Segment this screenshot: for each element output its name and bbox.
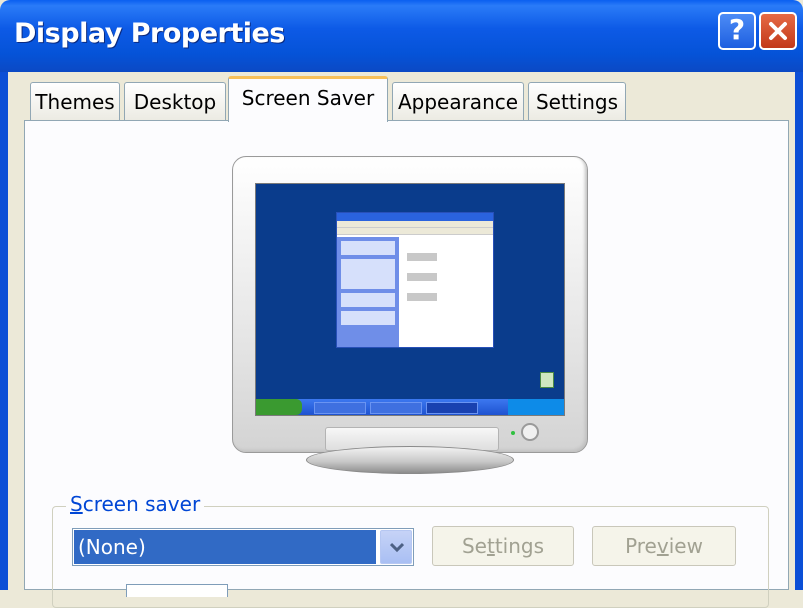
label-text: Se <box>461 534 487 558</box>
preview-window <box>336 212 494 348</box>
monitor-preview <box>232 156 588 453</box>
label-text: Pre <box>625 534 657 558</box>
label-text: creen saver <box>82 492 201 516</box>
tab-label: Settings <box>535 90 619 114</box>
chevron-down-icon <box>390 542 404 553</box>
tab-label: Appearance <box>397 90 519 114</box>
title-bar[interactable]: Display Properties ? <box>0 0 803 72</box>
preview-task <box>314 402 366 414</box>
preview-window-menu <box>337 221 493 228</box>
preview-window-toolbar <box>337 228 493 235</box>
help-icon: ? <box>728 13 746 46</box>
tab-label: Screen Saver <box>241 86 375 110</box>
preview-task <box>426 402 478 414</box>
screen-saver-group-label: Screen saver <box>66 492 205 516</box>
window-frame-left <box>0 72 8 590</box>
tab-desktop[interactable]: Desktop <box>124 82 226 120</box>
preview-drive-icon <box>407 273 437 281</box>
preview-drive-icon <box>407 293 437 301</box>
screen-saver-selected-value: (None) <box>74 530 376 564</box>
dropdown-button[interactable] <box>380 530 412 564</box>
window-title: Display Properties <box>14 18 285 49</box>
accelerator-key: t <box>486 534 495 558</box>
screen-saver-select[interactable]: (None) <box>72 528 414 566</box>
power-button-icon <box>521 423 539 441</box>
label-text: iew <box>668 534 703 558</box>
preview-task <box>370 402 422 414</box>
wait-minutes-spinner[interactable] <box>126 584 228 597</box>
preview-button[interactable]: Preview <box>592 526 736 566</box>
label-text: tings <box>494 534 545 558</box>
settings-button[interactable]: Settings <box>432 526 574 566</box>
tab-settings[interactable]: Settings <box>528 82 626 120</box>
preview-start-button <box>256 399 302 415</box>
preview-drive-icon <box>407 253 437 261</box>
help-button[interactable]: ? <box>718 12 756 50</box>
close-button[interactable] <box>759 12 797 50</box>
recycle-bin-icon <box>540 372 554 388</box>
tab-appearance[interactable]: Appearance <box>392 82 524 120</box>
preview-tray <box>508 399 564 415</box>
tab-screen-saver[interactable]: Screen Saver <box>228 76 388 122</box>
window-frame-right <box>795 72 803 590</box>
tab-themes[interactable]: Themes <box>30 82 120 120</box>
close-icon <box>769 22 787 40</box>
preview-screen <box>255 183 565 416</box>
accelerator-key: v <box>656 534 669 558</box>
tab-label: Desktop <box>133 90 217 114</box>
power-led-icon <box>511 431 515 435</box>
preview-taskbar <box>256 399 564 415</box>
preview-window-titlebar <box>337 213 493 221</box>
tab-label: Themes <box>35 90 115 114</box>
accelerator-key: S <box>70 492 83 516</box>
preview-window-sidebar <box>337 237 399 347</box>
monitor-stand <box>306 446 514 474</box>
